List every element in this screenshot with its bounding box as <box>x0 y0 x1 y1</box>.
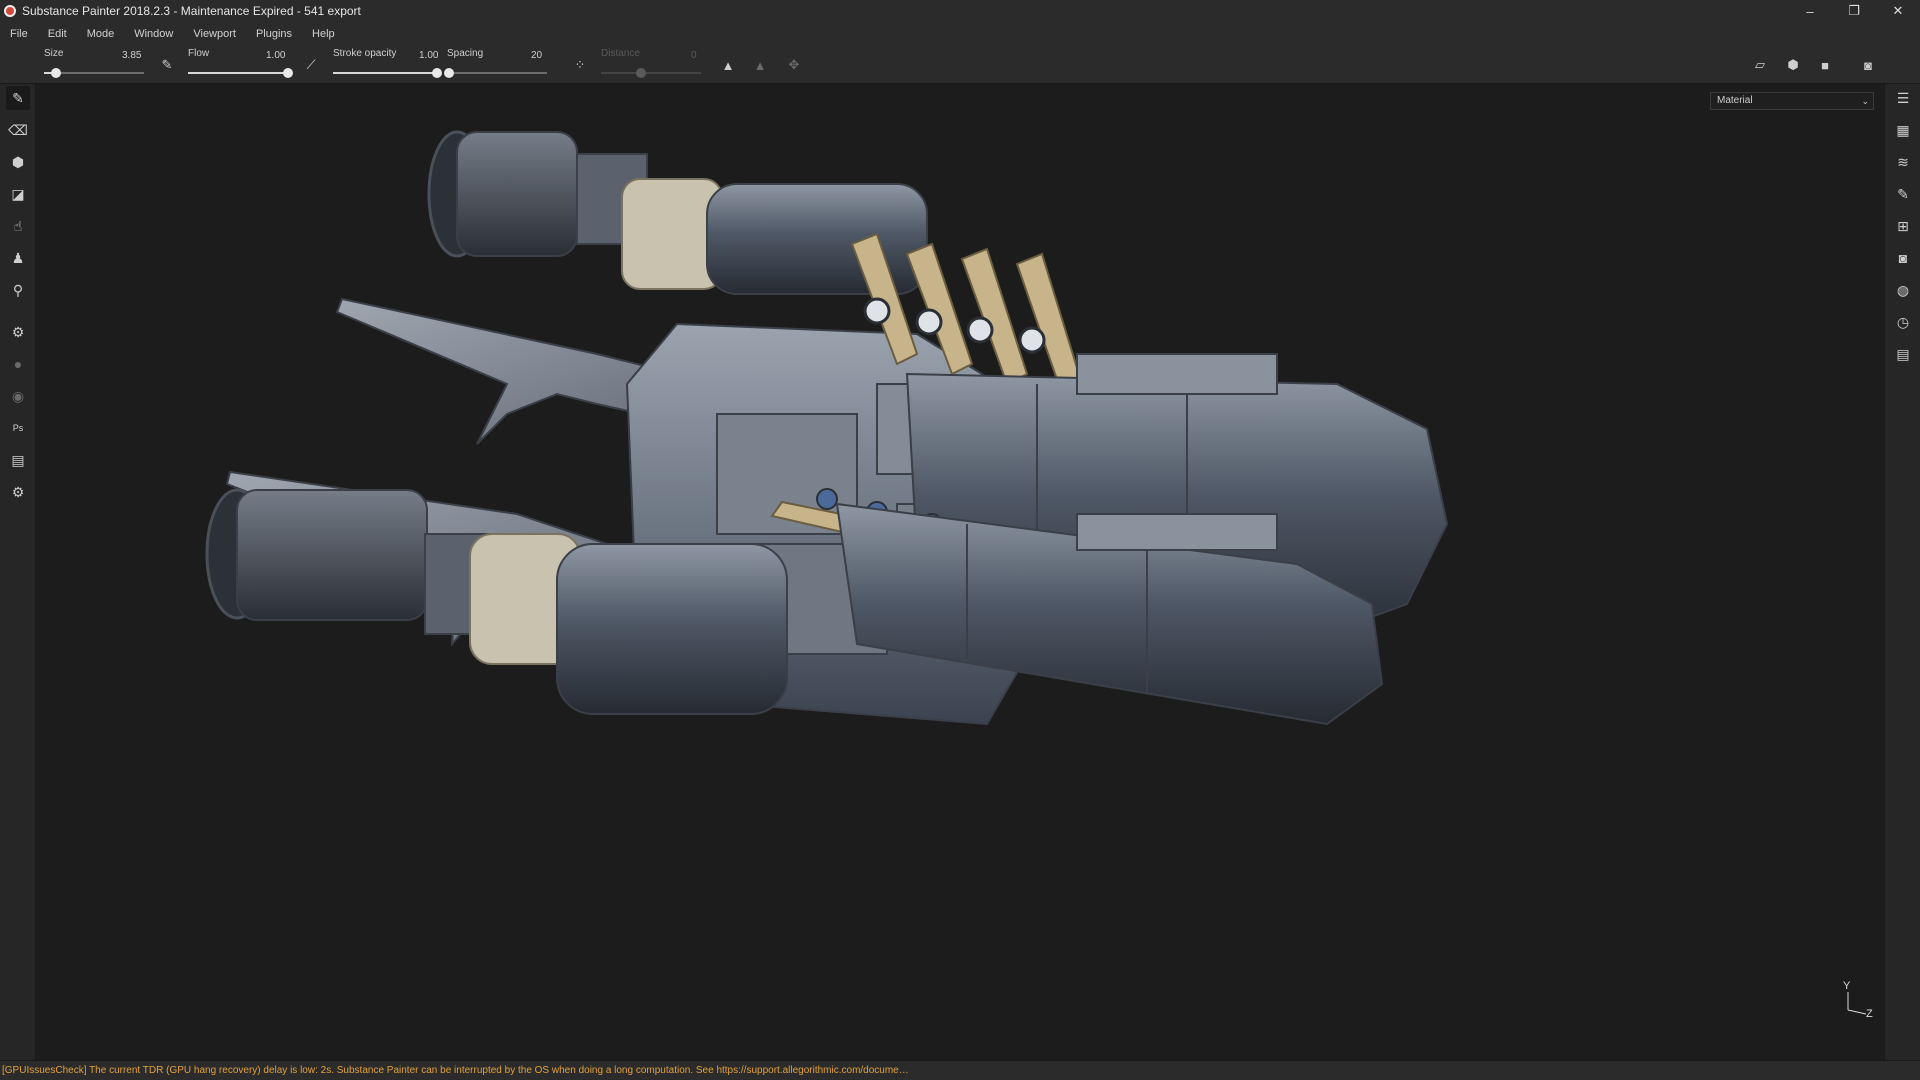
title-bar: Substance Painter 2018.2.3 - Maintenance… <box>0 0 1920 22</box>
bake-icon[interactable]: ⚙ <box>6 320 30 344</box>
minimize-button[interactable]: – <box>1788 0 1832 22</box>
menu-mode[interactable]: Mode <box>77 28 125 40</box>
spacing-slider-group: Spacing 20 <box>444 46 547 84</box>
texture-set-icon[interactable]: ▦ <box>1891 118 1915 142</box>
display-mode-icon[interactable]: ⬢ <box>1784 56 1802 74</box>
eraser-icon[interactable]: ⌫ <box>6 118 30 142</box>
size-value[interactable]: 3.85 <box>122 50 141 61</box>
size-slider-thumb[interactable] <box>51 68 61 78</box>
flow-value[interactable]: 1.00 <box>266 50 285 61</box>
status-message[interactable]: [GPUIssuesCheck] The current TDR (GPU ha… <box>2 1065 909 1076</box>
projection-icon[interactable]: ⬢ <box>6 150 30 174</box>
photoshop-export-icon[interactable]: Ps <box>6 416 30 440</box>
distance-label: Distance <box>601 48 640 59</box>
window-controls: – ❐ ✕ <box>1788 0 1920 22</box>
size-label: Size <box>44 48 64 59</box>
viewport-mode-select[interactable]: Material ⌄ <box>1710 92 1874 110</box>
menu-viewport[interactable]: Viewport <box>183 28 246 40</box>
axis-gizmo: Y Z <box>1840 980 1880 1024</box>
layer-stack-icon[interactable]: ≋ <box>1891 150 1915 174</box>
flow-label: Flow <box>188 48 210 59</box>
menu-edit[interactable]: Edit <box>38 28 77 40</box>
smudge-icon[interactable]: ☝ <box>6 214 30 238</box>
display-settings-icon[interactable]: ◙ <box>1891 246 1915 270</box>
camera-perspective-icon[interactable]: ▱ <box>1751 56 1769 74</box>
menu-plugins[interactable]: Plugins <box>246 28 302 40</box>
distance-slider <box>601 68 701 78</box>
symmetry-settings-icon[interactable]: ▲ <box>751 56 769 74</box>
tool-properties-bar: Size 3.85 ✎ Flow 1.00 ⟋ Stroke opacity 1… <box>0 46 1920 84</box>
spaceship-model[interactable] <box>37 84 1883 1060</box>
size-slider-group: Size 3.85 <box>44 46 148 84</box>
size-slider[interactable] <box>44 68 144 78</box>
flow-slider-group: Flow 1.00 <box>188 46 293 84</box>
menu-window[interactable]: Window <box>124 28 183 40</box>
menu-help[interactable]: Help <box>302 28 345 40</box>
menu-bar: File Edit Mode Window Viewport Plugins H… <box>0 22 1920 46</box>
clone-icon[interactable]: ♟ <box>6 246 30 270</box>
flow-slider[interactable] <box>188 68 293 78</box>
color-picker-icon[interactable]: ⚲ <box>6 278 30 302</box>
axis-z-label: Z <box>1866 1008 1873 1020</box>
3d-viewport[interactable]: Material ⌄ Y Z <box>37 84 1883 1060</box>
stroke-opacity-value[interactable]: 1.00 <box>419 50 438 61</box>
spacing-slider-thumb[interactable] <box>444 68 454 78</box>
distance-slider-group: Distance 0 <box>601 46 701 84</box>
symmetry-icon[interactable]: ▲ <box>719 56 737 74</box>
distance-slider-thumb <box>636 68 646 78</box>
iray-icon[interactable]: ◉ <box>6 384 30 408</box>
stroke-opacity-slider-fill <box>333 72 437 74</box>
camera-icon[interactable]: ■ <box>1816 56 1834 74</box>
render-icon[interactable]: ● <box>6 352 30 376</box>
export-textures-icon[interactable]: ▤ <box>6 448 30 472</box>
symmetry-axis-icon[interactable]: ✥ <box>785 56 803 74</box>
stroke-opacity-label: Stroke opacity <box>333 48 397 59</box>
restore-button[interactable]: ❐ <box>1832 0 1876 22</box>
distance-value: 0 <box>691 50 697 61</box>
settings-icon[interactable]: ⚙ <box>6 480 30 504</box>
screenshot-icon[interactable]: ◙ <box>1859 56 1877 74</box>
flow-slider-fill <box>188 72 288 74</box>
history-icon[interactable]: ◷ <box>1891 310 1915 334</box>
left-toolbar: ✎ ⌫ ⬢ ◪ ☝ ♟ ⚲ ⚙ ● ◉ Ps ▤ ⚙ <box>0 84 36 1060</box>
viewport-mode-value: Material <box>1717 95 1753 106</box>
spacing-slider[interactable] <box>444 68 547 78</box>
distance-slider-fill <box>601 72 641 74</box>
shelf-icon[interactable]: ⊞ <box>1891 214 1915 238</box>
close-button[interactable]: ✕ <box>1876 0 1920 22</box>
status-bar: [GPUIssuesCheck] The current TDR (GPU ha… <box>0 1060 1920 1080</box>
shader-settings-icon[interactable]: ◍ <box>1891 278 1915 302</box>
right-toolbar: ☰ ▦ ≋ ✎ ⊞ ◙ ◍ ◷ ▤ <box>1884 84 1920 1060</box>
lazy-mouse-icon[interactable]: ⁘ <box>571 56 589 74</box>
chevron-down-icon: ⌄ <box>1861 96 1869 106</box>
stroke-opacity-slider-thumb[interactable] <box>432 68 442 78</box>
axis-y-label: Y <box>1843 980 1851 992</box>
flow-pressure-icon[interactable]: ⟋ <box>302 56 320 74</box>
spacing-label: Spacing <box>447 48 484 59</box>
spacing-value[interactable]: 20 <box>531 50 542 61</box>
polygon-fill-icon[interactable]: ◪ <box>6 182 30 206</box>
menu-file[interactable]: File <box>0 28 38 40</box>
stroke-opacity-slider[interactable] <box>333 68 442 78</box>
substance-painter-logo-icon <box>4 5 16 17</box>
flow-slider-thumb[interactable] <box>283 68 293 78</box>
window-title: Substance Painter 2018.2.3 - Maintenance… <box>22 4 361 18</box>
size-pressure-icon[interactable]: ✎ <box>158 56 176 74</box>
stroke-opacity-slider-group: Stroke opacity 1.00 <box>333 46 442 84</box>
properties-icon[interactable]: ✎ <box>1891 182 1915 206</box>
log-icon[interactable]: ▤ <box>1891 342 1915 366</box>
layers-panel-icon[interactable]: ☰ <box>1891 86 1915 110</box>
paint-brush-icon[interactable]: ✎ <box>6 86 30 110</box>
